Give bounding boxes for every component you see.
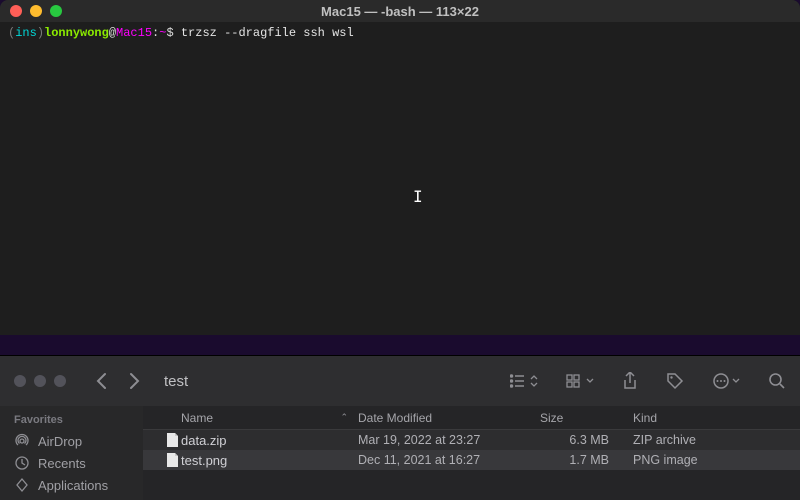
share-button[interactable] <box>622 372 638 390</box>
file-name: test.png <box>181 453 358 468</box>
sidebar-section-header: Favorites <box>0 412 143 430</box>
file-name: data.zip <box>181 433 358 448</box>
recents-icon <box>14 455 30 471</box>
close-button[interactable] <box>14 375 26 387</box>
finder-main: Favorites AirDrop Recents Applications <box>0 406 800 500</box>
nav-arrows <box>96 372 140 390</box>
chevron-updown-icon <box>530 375 538 387</box>
close-button[interactable] <box>10 5 22 17</box>
file-date: Dec 11, 2021 at 16:27 <box>358 453 540 467</box>
finder-sidebar: Favorites AirDrop Recents Applications <box>0 406 143 500</box>
column-header-size[interactable]: Size <box>540 411 633 425</box>
minimize-button[interactable] <box>30 5 42 17</box>
file-row[interactable]: test.png Dec 11, 2021 at 16:27 1.7 MB PN… <box>143 450 800 470</box>
tag-button[interactable] <box>666 372 684 390</box>
minimize-button[interactable] <box>34 375 46 387</box>
file-kind: PNG image <box>633 453 800 467</box>
toolbar-actions <box>510 372 786 390</box>
maximize-button[interactable] <box>54 375 66 387</box>
sidebar-item-airdrop[interactable]: AirDrop <box>0 430 143 452</box>
column-headers: Name ⌃ Date Modified Size Kind <box>143 406 800 430</box>
applications-icon <box>14 477 30 493</box>
airdrop-icon <box>14 433 30 449</box>
finder-content: Name ⌃ Date Modified Size Kind data.zip … <box>143 406 800 500</box>
sidebar-item-label: AirDrop <box>38 434 82 449</box>
file-row[interactable]: data.zip Mar 19, 2022 at 23:27 6.3 MB ZI… <box>143 430 800 450</box>
action-button[interactable] <box>712 372 740 390</box>
maximize-button[interactable] <box>50 5 62 17</box>
view-list-button[interactable] <box>510 374 538 388</box>
folder-title: test <box>164 373 500 390</box>
file-list: data.zip Mar 19, 2022 at 23:27 6.3 MB ZI… <box>143 430 800 500</box>
column-header-name[interactable]: Name ⌃ <box>181 411 358 425</box>
group-button[interactable] <box>566 374 594 388</box>
search-button[interactable] <box>768 372 786 390</box>
traffic-lights <box>14 375 66 387</box>
text-cursor-icon: 𝙸 <box>413 187 423 207</box>
column-header-kind[interactable]: Kind <box>633 411 800 425</box>
finder-toolbar: test <box>0 356 800 406</box>
finder-window: test <box>0 355 800 500</box>
column-header-date[interactable]: Date Modified <box>358 411 540 425</box>
sidebar-item-recents[interactable]: Recents <box>0 452 143 474</box>
file-size: 6.3 MB <box>540 433 633 447</box>
file-size: 1.7 MB <box>540 453 633 467</box>
sidebar-item-applications[interactable]: Applications <box>0 474 143 496</box>
file-icon <box>163 433 181 448</box>
file-icon <box>163 453 181 468</box>
sidebar-item-label: Applications <box>38 478 108 493</box>
back-button[interactable] <box>96 372 107 390</box>
file-kind: ZIP archive <box>633 433 800 447</box>
sort-ascending-icon: ⌃ <box>340 412 348 423</box>
terminal-body[interactable]: (ins)lonnywong@Mac15:~$ trzsz --dragfile… <box>0 22 800 335</box>
terminal-titlebar[interactable]: Mac15 — -bash — 113×22 <box>0 0 800 22</box>
chevron-down-icon <box>732 378 740 384</box>
terminal-window: Mac15 — -bash — 113×22 (ins)lonnywong@Ma… <box>0 0 800 335</box>
prompt-line: (ins)lonnywong@Mac15:~$ trzsz --dragfile… <box>8 26 792 40</box>
terminal-title: Mac15 — -bash — 113×22 <box>0 4 800 19</box>
chevron-down-icon <box>586 378 594 384</box>
forward-button[interactable] <box>129 372 140 390</box>
sidebar-item-label: Recents <box>38 456 86 471</box>
file-date: Mar 19, 2022 at 23:27 <box>358 433 540 447</box>
traffic-lights <box>10 5 62 17</box>
